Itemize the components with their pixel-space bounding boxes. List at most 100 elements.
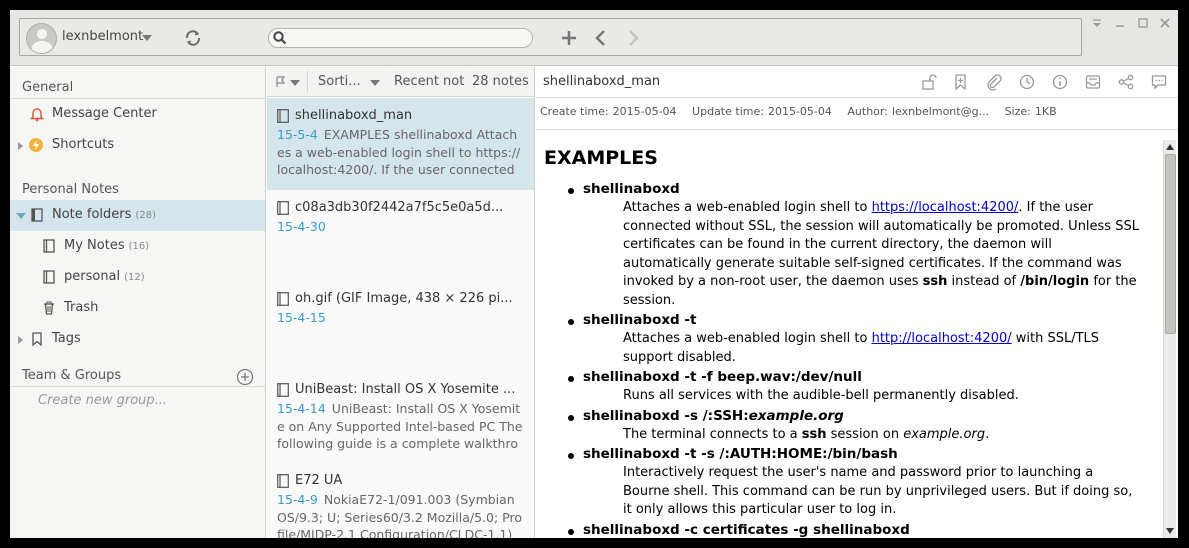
folder-count: (28) [135, 210, 156, 221]
scroll-up-arrow-icon[interactable] [1166, 144, 1174, 150]
recent-notes-label[interactable]: Recent not [394, 74, 464, 89]
example-description: Attaches a web-enabled login shell to ht… [583, 330, 1143, 367]
localhost-link[interactable]: http://localhost:4200/ [872, 331, 1012, 346]
note-card[interactable]: UniBeast: Install OS X Yosemite ... 15-4… [267, 372, 534, 464]
sync-icon[interactable] [182, 27, 204, 49]
folder-name: My Notes [64, 238, 125, 253]
personal-notes-heading: Personal Notes [22, 182, 119, 197]
create-group-link[interactable]: Create new group... [38, 393, 167, 408]
note-date: 15-4-30 [277, 219, 326, 234]
text: session on [826, 426, 904, 442]
example-item: shellinaboxd -t -f beep.wav:/dev/null Ru… [544, 368, 1154, 406]
note-content[interactable]: EXAMPLES shellinaboxd Attaches a web-ena… [544, 139, 1154, 538]
sidebar-item-tags[interactable]: Tags [10, 324, 265, 355]
sidebar-item-label: Shortcuts [52, 137, 115, 152]
italic-text: example.org [748, 407, 844, 424]
example-description: Interactively request the user's name an… [583, 464, 1143, 520]
note-count: 28 notes [472, 74, 529, 89]
note-date: 15-4-15 [277, 310, 326, 325]
localhost-link[interactable]: https://localhost:4200/ [872, 200, 1019, 215]
toolbar-frame [19, 18, 1082, 56]
forward-arrow-icon[interactable] [622, 27, 644, 49]
sidebar-item-trash[interactable]: Trash [10, 293, 265, 324]
share-icon[interactable] [1117, 73, 1135, 91]
note-card[interactable]: shellinaboxd_man 15-5-4 EXAMPLES shellina… [267, 98, 534, 190]
note-editor: shellinaboxd_man Create time: 2015-05-04… [536, 67, 1178, 538]
expand-arrow-icon[interactable] [18, 336, 23, 344]
note-icon [277, 474, 289, 488]
bullet [568, 528, 574, 535]
search-icon [273, 31, 287, 45]
text: Attaches a web-enabled login shell to [623, 200, 872, 215]
text: The terminal connects to a [623, 426, 802, 442]
note-list: Sorti... Recent not 28 notes shellinabox… [267, 67, 535, 538]
username-label[interactable]: lexnbelmont [62, 29, 143, 44]
minimize-icon[interactable] [1113, 16, 1127, 30]
folder-count: (16) [128, 241, 150, 252]
collapse-arrow-icon[interactable] [16, 213, 26, 219]
maximize-icon[interactable] [1136, 16, 1150, 30]
sidebar-item-label: Tags [52, 331, 81, 346]
flag-filter-icon[interactable] [273, 74, 303, 90]
note-date: 15-5-4 [277, 127, 318, 142]
example-item: shellinaboxd -c certificates -g shellina… [544, 521, 1154, 539]
note-card[interactable]: oh.gif (GIF Image, 438 × 226 pi... 15-4-… [267, 281, 534, 373]
create-time-value: 2015-05-04 [612, 105, 677, 118]
divider [536, 97, 1178, 98]
text: . [985, 426, 990, 442]
note-date: 15-4-9 [277, 492, 318, 507]
sort-caret-icon[interactable] [370, 80, 380, 86]
tag-icon [32, 332, 42, 347]
note-card[interactable]: c08a3db30f2442a7f5c5e0a5d... 15-4-30 [267, 190, 534, 282]
example-command: shellinaboxd -t -s /:AUTH:HOME:/bin/bash [583, 446, 898, 462]
trash-icon [44, 301, 54, 315]
user-menu-caret-icon[interactable] [142, 35, 152, 41]
bookmark-add-icon[interactable] [952, 73, 970, 91]
bold-text: ssh [922, 274, 948, 289]
bullet [568, 376, 574, 382]
unlock-icon[interactable] [920, 73, 938, 91]
divider [10, 386, 265, 387]
note-icon [277, 292, 289, 306]
sidebar-item-my-notes[interactable]: My Notes (16) [10, 231, 265, 262]
scrollbar[interactable] [1163, 140, 1176, 538]
scroll-down-arrow-icon[interactable] [1166, 528, 1174, 534]
sidebar-item-message-center[interactable]: Message Center [10, 99, 265, 130]
expand-arrow-icon[interactable] [18, 142, 23, 150]
clock-icon[interactable] [1018, 73, 1036, 91]
sidebar-item-note-folders[interactable]: Note folders (28) [10, 200, 265, 231]
sidebar-item-label: Note folders (28) [52, 207, 156, 222]
bullet [568, 188, 574, 194]
info-icon[interactable] [1051, 73, 1069, 91]
note-date: 15-4-14 [277, 401, 326, 416]
note-title: UniBeast: Install OS X Yosemite ... [295, 382, 516, 397]
search-input[interactable] [292, 30, 528, 46]
bold-text: ssh [801, 426, 827, 442]
divider [307, 71, 308, 93]
toolbar: lexnbelmont [10, 10, 1178, 66]
text: instead of [947, 274, 1021, 289]
folder-name: Note folders [52, 207, 132, 222]
note-card[interactable]: E72 UA 15-4-9 NokiaE72-1/091.003 (Symbian… [267, 463, 534, 538]
back-arrow-icon[interactable] [590, 27, 612, 49]
folder-count: (12) [124, 272, 145, 283]
note-title: c08a3db30f2442a7f5c5e0a5d... [295, 200, 504, 215]
close-icon[interactable] [1158, 16, 1172, 30]
note-title: shellinaboxd_man [295, 108, 413, 123]
comment-icon[interactable] [1150, 73, 1168, 91]
attachment-icon[interactable] [985, 73, 1003, 91]
add-note-icon[interactable] [558, 27, 580, 49]
add-group-icon[interactable] [236, 368, 254, 386]
avatar[interactable] [26, 23, 57, 54]
content-heading: EXAMPLES [544, 147, 658, 169]
sort-dropdown[interactable]: Sorti... [318, 74, 361, 89]
bullet [568, 453, 574, 459]
note-title-field[interactable]: shellinaboxd_man [543, 74, 660, 89]
window-menu-icon[interactable] [1090, 16, 1104, 30]
sidebar-item-personal[interactable]: personal (12) [10, 262, 265, 293]
note-metadata: Create time: 2015-05-04 Update time: 2015-… [540, 105, 1069, 118]
bell-icon [29, 108, 45, 122]
inbox-icon[interactable] [1084, 73, 1102, 91]
scrollbar-thumb[interactable] [1165, 154, 1176, 334]
sidebar-item-shortcuts[interactable]: Shortcuts [10, 130, 265, 161]
